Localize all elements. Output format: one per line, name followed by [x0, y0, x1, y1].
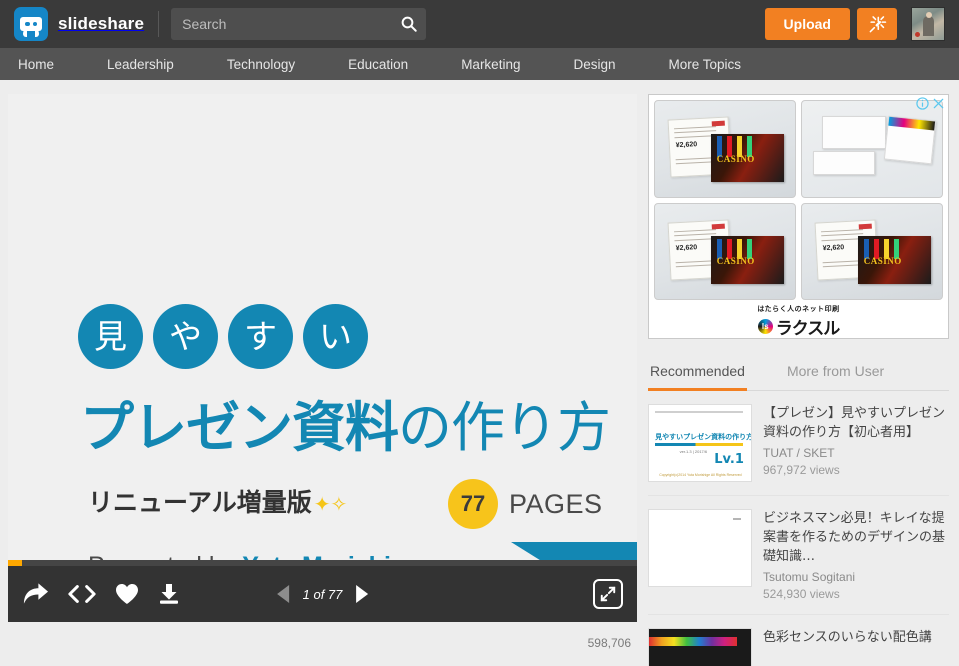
slide-presenter: Presented by Yuta Morishige	[88, 552, 420, 560]
slide-toolbar: 1 of 77	[8, 566, 637, 622]
ad-casino-text: CASINO	[716, 153, 755, 164]
list-item-thumbnail[interactable]: 見やすいプレゼン資料の作り方 ver.1.3 | 2017/6 Lv.1 Cop…	[648, 404, 752, 482]
ad-image-4: ¥2,620 CASINO	[801, 202, 943, 300]
presented-prefix: Presented by	[88, 552, 242, 560]
list-item-views: 967,972 views	[763, 462, 840, 477]
slideshare-logo-icon	[14, 7, 48, 41]
page-body: 見 や す い プレゼン資料の作り方 リニューアル増量版 ✦✧ 77 PAGES …	[0, 80, 959, 666]
sidebar-tabs: Recommended More from User	[648, 355, 949, 391]
list-item-title[interactable]: 色彩センスのいらない配色講	[763, 630, 932, 645]
fullscreen-expand-icon[interactable]	[593, 579, 623, 609]
list-item-thumbnail[interactable]	[648, 627, 752, 666]
embed-code-icon[interactable]	[68, 583, 96, 605]
recommended-list: 見やすいプレゼン資料の作り方 ver.1.3 | 2017/6 Lv.1 Cop…	[648, 391, 949, 666]
search-icon[interactable]	[400, 15, 418, 33]
list-item-thumbnail[interactable]	[648, 509, 752, 587]
nav-item-more-topics[interactable]: More Topics	[669, 57, 772, 72]
slideshare-logo-link[interactable]: slideshare	[14, 7, 144, 41]
thumb-sub-1: ver.1.3 | 2017/6	[679, 449, 708, 455]
tab-more-from-user[interactable]: More from User	[785, 355, 886, 390]
nav-item-design[interactable]: Design	[573, 57, 645, 72]
list-item[interactable]: ビジネスマン必見！キレイな提案書を作るためのデザインの基礎知識… Tsutomu…	[648, 496, 949, 615]
pages-count: 77	[448, 479, 498, 529]
slide-pages-badge: 77 PAGES	[448, 479, 603, 529]
avatar[interactable]	[911, 7, 945, 41]
slide-kana-circles: 見 や す い	[78, 304, 368, 369]
below-slide-stats: 598,706	[8, 622, 637, 650]
heart-icon[interactable]	[115, 583, 139, 605]
slide-player-column: 見 や す い プレゼン資料の作り方 リニューアル増量版 ✦✧ 77 PAGES …	[8, 94, 637, 666]
slide-image: 見 や す い プレゼン資料の作り方 リニューアル増量版 ✦✧ 77 PAGES …	[8, 94, 637, 560]
tab-recommended[interactable]: Recommended	[648, 355, 747, 391]
prev-triangle-icon[interactable]	[276, 585, 289, 603]
presenter-name: Yuta Morishige	[242, 552, 420, 560]
top-header-bar: slideshare Upload	[0, 0, 959, 48]
ad-tagline: はたらく人のネット印刷	[757, 305, 840, 313]
upload-button[interactable]: Upload	[764, 8, 850, 40]
nav-item-marketing[interactable]: Marketing	[461, 57, 550, 72]
slide-ribbon-shape	[511, 542, 637, 560]
thumb-footer-1: Copyright(c)2014 Yuta Morishige All Righ…	[659, 473, 742, 478]
list-item-views: 524,930 views	[763, 586, 840, 601]
ad-choices-controls	[916, 97, 945, 115]
list-item[interactable]: 見やすいプレゼン資料の作り方 ver.1.3 | 2017/6 Lv.1 Cop…	[648, 391, 949, 496]
ad-brand-logo: はたらく人のネット印刷 ls ラクスル	[654, 305, 943, 339]
ad-brand-name: ラクスル	[775, 318, 840, 339]
advertisement[interactable]: ¥2,620 CASINO ¥2,620 CASINO ¥2,620 CASIN…	[648, 94, 949, 339]
ad-close-icon[interactable]	[932, 97, 945, 115]
search-box[interactable]	[171, 8, 427, 40]
ad-image-1: ¥2,620 CASINO	[654, 100, 796, 198]
download-icon[interactable]	[158, 583, 180, 605]
nav-item-home[interactable]: Home	[18, 57, 84, 72]
slide-pager: 1 of 77	[276, 585, 369, 603]
ad-price-text: ¥2,620	[675, 141, 697, 151]
kana-circle-4: い	[303, 304, 368, 369]
ad-image-grid: ¥2,620 CASINO ¥2,620 CASINO ¥2,620 CASIN…	[654, 100, 943, 300]
share-arrow-icon[interactable]	[22, 582, 49, 606]
sidebar-column: ¥2,620 CASINO ¥2,620 CASINO ¥2,620 CASIN…	[648, 94, 949, 666]
sparkle-icon: ✦✧	[313, 492, 348, 516]
ad-image-3: ¥2,620 CASINO	[654, 202, 796, 300]
nav-item-leadership[interactable]: Leadership	[107, 57, 204, 72]
list-item-author[interactable]: TUAT / SKET	[763, 446, 949, 460]
slide-title-thin: の作り方	[398, 396, 611, 459]
thumb-title-1: 見やすいプレゼン資料の作り方	[655, 434, 752, 442]
slide-subtitle: リニューアル増量版 ✦✧	[88, 483, 347, 519]
thumb-badge-1: Lv.1	[714, 452, 744, 468]
list-item-title[interactable]: 【プレゼン】見やすいプレゼン資料の作り方【初心者用】	[763, 406, 945, 440]
nav-item-technology[interactable]: Technology	[227, 57, 325, 72]
header-divider	[158, 11, 160, 37]
search-input[interactable]	[182, 16, 401, 32]
slide-viewer[interactable]: 見 や す い プレゼン資料の作り方 リニューアル増量版 ✦✧ 77 PAGES …	[8, 94, 637, 560]
list-item-author[interactable]: Tsutomu Sogitani	[763, 570, 949, 584]
slide-title-bold: プレゼン資料	[80, 396, 399, 459]
header-actions: Upload	[764, 7, 945, 41]
brand-name: slideshare	[58, 14, 145, 33]
adchoices-info-icon[interactable]	[916, 97, 929, 115]
nav-item-education[interactable]: Education	[348, 57, 438, 72]
slide-action-icons	[22, 582, 180, 606]
category-nav: Home Leadership Technology Education Mar…	[0, 48, 959, 80]
kana-circle-2: や	[153, 304, 218, 369]
list-item[interactable]: 色彩センスのいらない配色講	[648, 615, 949, 666]
kana-circle-3: す	[228, 304, 293, 369]
page-indicator: 1 of 77	[302, 586, 343, 602]
slide-subtitle-text: リニューアル増量版	[88, 488, 312, 517]
kana-circle-1: 見	[78, 304, 143, 369]
ad-brand-mark-icon: ls	[757, 318, 773, 334]
list-item-title[interactable]: ビジネスマン必見！キレイな提案書を作るためのデザインの基礎知識…	[763, 511, 945, 564]
next-triangle-icon[interactable]	[356, 585, 369, 603]
slide-main-title: プレゼン資料の作り方	[80, 383, 611, 462]
magic-wand-icon[interactable]	[857, 8, 897, 40]
below-slide-views: 598,706	[587, 636, 631, 650]
pages-label: PAGES	[509, 488, 603, 519]
